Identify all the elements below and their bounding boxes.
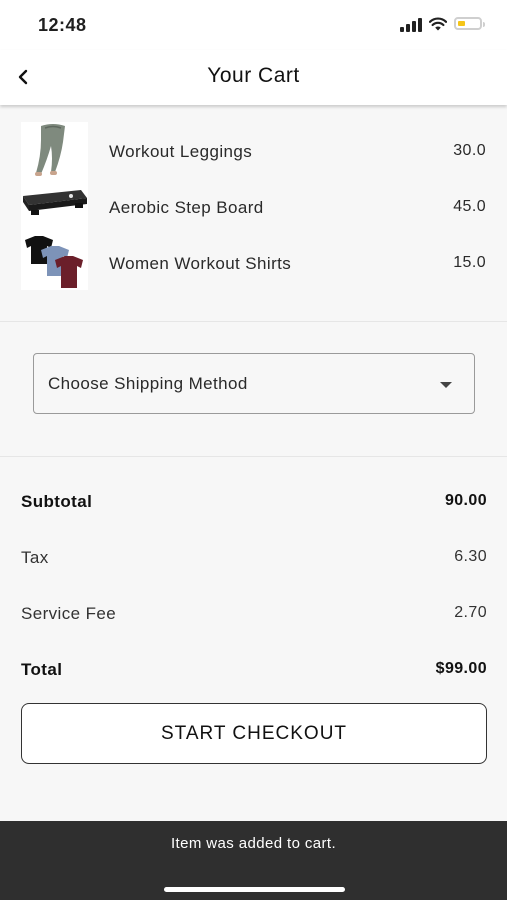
toast-snackbar: Item was added to cart.: [0, 821, 507, 900]
wifi-icon: [429, 17, 447, 31]
total-row: Total $99.00: [21, 660, 487, 684]
nav-bar: Your Cart: [0, 50, 507, 105]
item-price: 30.0: [453, 142, 486, 159]
divider: [0, 456, 507, 457]
total-label: Total: [21, 660, 63, 679]
subtotal-value: 90.00: [444, 492, 487, 509]
divider: [0, 321, 507, 322]
tax-value: 6.30: [454, 548, 487, 565]
cart-item[interactable]: Aerobic Step Board 45.0: [0, 178, 507, 234]
subtotal-label: Subtotal: [21, 492, 93, 511]
shipping-method-select[interactable]: Choose Shipping Method: [33, 353, 475, 414]
shirts-image: [21, 234, 88, 290]
item-name: Aerobic Step Board: [109, 198, 264, 217]
shipping-placeholder: Choose Shipping Method: [48, 374, 248, 393]
toast-message: Item was added to cart.: [170, 835, 337, 852]
total-value: $99.00: [435, 660, 487, 677]
page-title: Your Cart: [207, 64, 300, 87]
status-bar: 12:48: [0, 0, 507, 50]
start-checkout-button[interactable]: START CHECKOUT: [21, 703, 487, 764]
item-price: 15.0: [453, 254, 486, 271]
signal-icon: [400, 18, 424, 32]
item-price: 45.0: [453, 198, 486, 215]
subtotal-row: Subtotal 90.00: [21, 492, 487, 516]
tax-row: Tax 6.30: [21, 548, 487, 572]
service-fee-value: 2.70: [454, 604, 487, 621]
cart-item[interactable]: Workout Leggings 30.0: [0, 122, 507, 178]
home-indicator[interactable]: [164, 887, 345, 892]
leggings-image: [21, 122, 88, 178]
cart-item-list: Workout Leggings 30.0 Aerobic Step Board…: [0, 122, 507, 290]
service-fee-row: Service Fee 2.70: [21, 604, 487, 628]
item-name: Women Workout Shirts: [109, 254, 292, 273]
item-name: Workout Leggings: [109, 142, 253, 161]
caret-down-icon: [440, 382, 452, 388]
battery-icon: [454, 17, 485, 30]
tax-label: Tax: [21, 548, 49, 567]
cart-item[interactable]: Women Workout Shirts 15.0: [0, 234, 507, 290]
step-board-image: [21, 178, 88, 234]
service-fee-label: Service Fee: [21, 604, 117, 623]
status-time: 12:48: [38, 15, 87, 35]
